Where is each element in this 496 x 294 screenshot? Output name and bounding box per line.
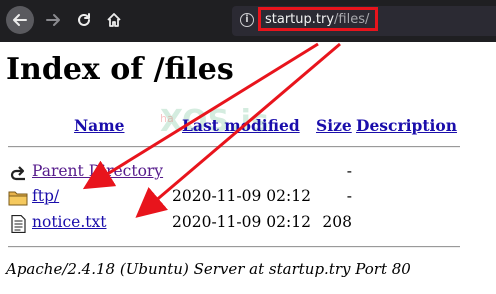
parent-directory-link[interactable]: Parent Directory: [32, 162, 163, 180]
arrow-right-icon: [46, 14, 60, 26]
table-row: notice.txt 2020-11-09 02:12 208: [0, 213, 496, 235]
column-header-name[interactable]: Name: [74, 116, 124, 135]
forward-button[interactable]: [40, 6, 66, 34]
column-header-size[interactable]: Size: [316, 116, 352, 135]
url-path: /files/: [334, 12, 370, 27]
notice-txt-link[interactable]: notice.txt: [32, 213, 106, 231]
footer-divider: [8, 246, 460, 248]
row-size: -: [346, 162, 352, 180]
home-icon: [107, 13, 121, 27]
column-header-description[interactable]: Description: [356, 116, 457, 135]
server-signature: Apache/2.4.18 (Ubuntu) Server at startup…: [6, 260, 411, 278]
row-size: -: [346, 187, 352, 205]
column-header-last-modified[interactable]: Last modified: [182, 116, 300, 135]
ftp-folder-link[interactable]: ftp/: [32, 187, 59, 205]
table-row: ftp/ 2020-11-09 02:12 -: [0, 187, 496, 209]
page-title: Index of /files: [6, 52, 234, 87]
home-button[interactable]: [102, 6, 126, 34]
folder-icon: [8, 191, 28, 206]
row-date: 2020-11-09 02:12: [172, 187, 311, 205]
url-text[interactable]: startup.try/files/: [265, 12, 369, 27]
parent-directory-icon: [10, 166, 25, 181]
info-icon[interactable]: i: [240, 13, 254, 27]
reload-button[interactable]: [72, 6, 96, 34]
address-bar[interactable]: i startup.try/files/: [232, 6, 496, 36]
back-button[interactable]: [6, 6, 34, 34]
reload-icon: [78, 13, 90, 26]
watermark-small: ha: [160, 112, 174, 125]
arrow-left-icon: [13, 14, 27, 26]
row-date: 2020-11-09 02:12: [172, 213, 311, 231]
browser-toolbar: i startup.try/files/: [0, 0, 496, 42]
row-size: 208: [322, 213, 352, 231]
table-row: Parent Directory -: [0, 162, 496, 184]
header-divider: [8, 146, 460, 148]
text-file-icon: [11, 215, 26, 233]
url-host: startup.try: [265, 12, 335, 27]
